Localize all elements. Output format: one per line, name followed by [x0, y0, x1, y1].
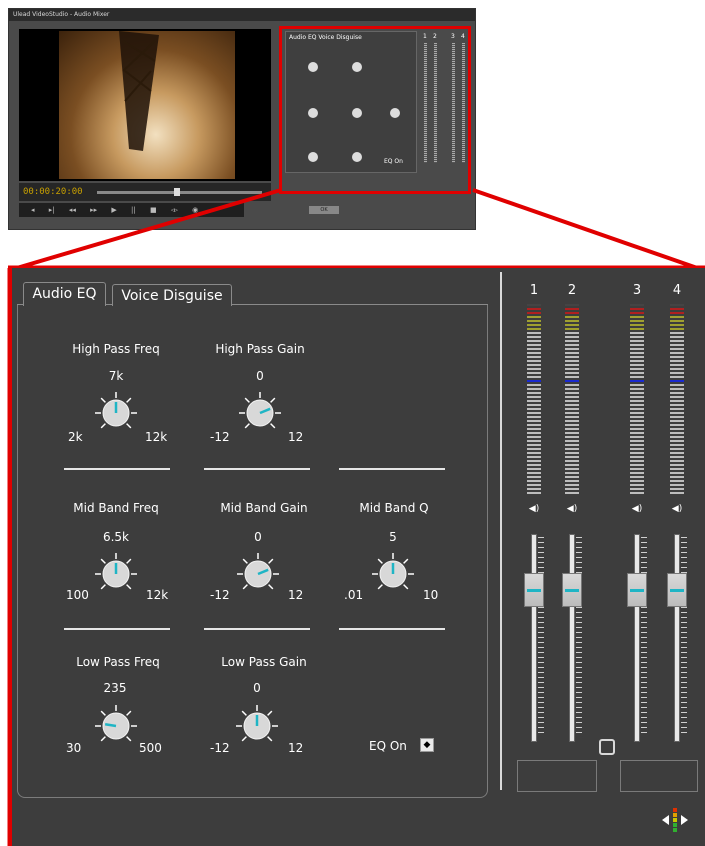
low-pass-freq-label: Low Pass Freq — [76, 655, 160, 669]
mid-band-q-label: Mid Band Q — [359, 501, 429, 515]
high-pass-freq-value: 7k — [108, 369, 124, 383]
fader-track[interactable] — [674, 534, 680, 742]
level-meter — [527, 304, 541, 494]
speaker-icon[interactable]: ◀) — [527, 504, 541, 518]
volume-fader[interactable] — [667, 572, 687, 607]
separator — [339, 468, 445, 470]
mid-band-gain-min: -12 — [210, 588, 230, 602]
low-pass-freq-min: 30 — [66, 741, 82, 755]
fader-track[interactable] — [634, 534, 640, 742]
high-pass-freq-label: High Pass Freq — [72, 342, 160, 356]
high-pass-gain-min: -12 — [210, 430, 230, 444]
low-pass-gain-label: Low Pass Gain — [221, 655, 307, 669]
mid-band-gain-value: 0 — [254, 530, 262, 544]
volume-fader[interactable] — [562, 572, 582, 607]
high-pass-freq-max: 12k — [145, 430, 168, 444]
level-meter — [670, 304, 684, 494]
low-pass-gain-min: -12 — [210, 741, 230, 755]
high-pass-gain-label: High Pass Gain — [215, 342, 305, 356]
mid-band-freq-label: Mid Band Freq — [73, 501, 159, 515]
low-pass-freq-value: 235 — [103, 681, 127, 695]
separator — [204, 628, 310, 630]
channel-number: 3 — [632, 283, 642, 298]
tab-voice-disguise[interactable]: Voice Disguise — [112, 284, 232, 306]
fader-scale — [681, 537, 687, 737]
mid-band-freq-max: 12k — [146, 588, 169, 602]
mid-band-gain-max: 12 — [288, 588, 304, 602]
mid-band-gain-knob[interactable] — [235, 550, 281, 596]
fader-track[interactable] — [531, 534, 537, 742]
channel-box-right — [620, 760, 698, 792]
mid-band-freq-knob[interactable] — [93, 550, 139, 596]
high-pass-gain-value: 0 — [256, 369, 264, 383]
mid-band-q-value: 5 — [389, 530, 397, 544]
mid-band-q-min: .01 — [344, 588, 364, 602]
low-pass-gain-value: 0 — [253, 681, 261, 695]
speaker-icon[interactable]: ◀) — [670, 504, 684, 518]
panel-divider — [500, 272, 502, 790]
mid-band-freq-value: 6.5k — [102, 530, 130, 544]
speaker-icon[interactable]: ◀) — [630, 504, 644, 518]
volume-fader[interactable] — [627, 572, 647, 607]
channel-box-left — [517, 760, 597, 792]
high-pass-freq-knob[interactable] — [93, 389, 139, 435]
high-pass-gain-knob[interactable] — [237, 389, 283, 435]
tab-audio-eq[interactable]: Audio EQ — [23, 282, 106, 306]
mid-band-gain-label: Mid Band Gain — [220, 501, 308, 515]
low-pass-gain-max: 12 — [288, 741, 304, 755]
separator — [204, 468, 310, 470]
mid-band-q-knob[interactable] — [370, 550, 416, 596]
level-meter — [565, 304, 579, 494]
separator — [339, 628, 445, 630]
channel-number: 1 — [529, 283, 539, 298]
fader-scale — [538, 537, 544, 737]
low-pass-freq-knob[interactable] — [93, 702, 139, 748]
link-toggle-icon[interactable] — [599, 739, 615, 755]
fader-scale — [576, 537, 582, 737]
eq-on-checkbox[interactable]: ◆ — [420, 738, 434, 752]
level-meter — [630, 304, 644, 494]
channel-number: 2 — [567, 283, 577, 298]
fader-scale — [641, 537, 647, 737]
speaker-icon[interactable]: ◀) — [565, 504, 579, 518]
eq-on-label: EQ On — [369, 739, 407, 753]
high-pass-gain-max: 12 — [288, 430, 304, 444]
low-pass-gain-knob[interactable] — [234, 702, 280, 748]
low-pass-freq-max: 500 — [139, 741, 162, 755]
pan-arrows-icon[interactable] — [660, 806, 690, 836]
channel-number: 4 — [672, 283, 682, 298]
fader-track[interactable] — [569, 534, 575, 742]
high-pass-freq-min: 2k — [68, 430, 83, 444]
volume-fader[interactable] — [524, 572, 544, 607]
mid-band-q-max: 10 — [423, 588, 439, 602]
separator — [64, 628, 170, 630]
mid-band-freq-min: 100 — [66, 588, 89, 602]
separator — [64, 468, 170, 470]
